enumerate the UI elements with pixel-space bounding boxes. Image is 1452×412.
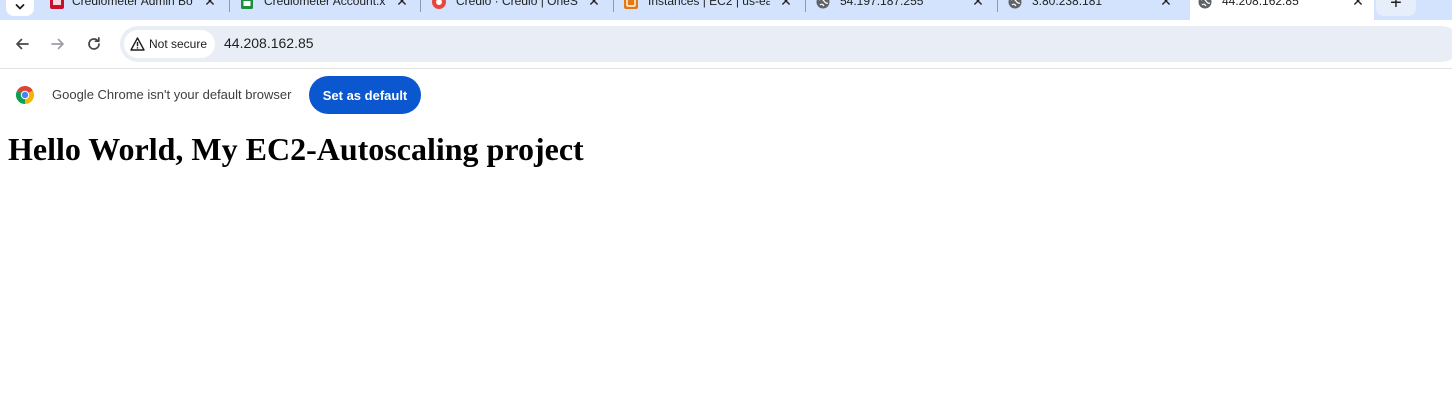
close-icon[interactable]: ✕ — [204, 0, 216, 8]
chrome-logo-icon — [16, 86, 34, 104]
tab-ip-1[interactable]: 54.197.187.255 ✕ — [808, 0, 994, 20]
tab-separator — [997, 0, 998, 12]
page-heading: Hello World, My EC2-Autoscaling project — [8, 131, 584, 167]
globe-icon — [1198, 0, 1212, 9]
default-browser-infobar: Google Chrome isn't your default browser… — [0, 68, 1452, 121]
globe-icon — [1008, 0, 1022, 9]
aws-icon — [624, 0, 638, 9]
close-icon[interactable]: ✕ — [780, 0, 792, 8]
back-button[interactable] — [10, 32, 34, 56]
tab-title: Instances | EC2 | us-eas — [648, 0, 770, 8]
close-icon[interactable]: ✕ — [972, 0, 984, 8]
warning-icon — [130, 37, 145, 51]
security-label: Not secure — [149, 37, 208, 51]
tab-title: Credio · Credio | OneS — [456, 0, 578, 8]
tab-crediometer-admin[interactable]: Crediometer Admin Bo ✕ — [40, 0, 226, 20]
crediometer-icon — [50, 0, 64, 9]
tab-title: 44.208.162.85 — [1222, 0, 1299, 8]
globe-icon — [816, 0, 830, 9]
reload-icon — [88, 36, 100, 50]
security-indicator[interactable]: Not secure — [124, 30, 216, 58]
arrow-right-icon — [51, 38, 64, 50]
browser-toolbar: Not secure 44.208.162.85 — [0, 20, 1452, 68]
tab-active-ip[interactable]: 44.208.162.85 ✕ — [1190, 0, 1374, 20]
tab-credio[interactable]: Credio · Credio | OneS ✕ — [424, 0, 610, 20]
tab-ip-2[interactable]: 3.80.238.181 ✕ — [1000, 0, 1186, 20]
page-content: Hello World, My EC2-Autoscaling project — [0, 121, 1452, 412]
arrow-left-icon — [16, 38, 29, 50]
chevron-down-icon — [15, 4, 25, 10]
tab-title: 54.197.187.255 — [840, 0, 924, 8]
url-text[interactable]: 44.208.162.85 — [224, 35, 314, 51]
tab-separator — [420, 0, 421, 12]
tab-title: Crediometer Admin Bo — [72, 0, 193, 8]
reload-button[interactable] — [82, 32, 106, 56]
tab-title: Crediometer Account.x — [264, 0, 386, 8]
set-as-default-button[interactable]: Set as default — [309, 76, 421, 114]
close-icon[interactable]: ✕ — [396, 0, 408, 8]
tab-title: 3.80.238.181 — [1032, 0, 1103, 8]
tab-separator — [805, 0, 806, 12]
close-icon[interactable]: ✕ — [588, 0, 600, 8]
sheets-icon — [241, 0, 253, 9]
close-icon[interactable]: ✕ — [1352, 0, 1364, 8]
close-icon[interactable]: ✕ — [1160, 0, 1172, 8]
credio-icon — [432, 0, 446, 9]
tab-crediometer-account[interactable]: Crediometer Account.x ✕ — [232, 0, 418, 20]
address-bar[interactable]: Not secure 44.208.162.85 — [120, 26, 1452, 62]
new-tab-button[interactable]: + — [1376, 0, 1416, 16]
tab-instances-ec2[interactable]: Instances | EC2 | us-eas ✕ — [616, 0, 802, 20]
forward-button[interactable] — [46, 32, 70, 56]
tab-separator — [613, 0, 614, 12]
tab-search-button[interactable] — [6, 0, 34, 16]
infobar-message: Google Chrome isn't your default browser — [52, 87, 292, 102]
tab-separator — [229, 0, 230, 12]
tab-strip: Crediometer Admin Bo ✕ Crediometer Accou… — [0, 0, 1452, 20]
